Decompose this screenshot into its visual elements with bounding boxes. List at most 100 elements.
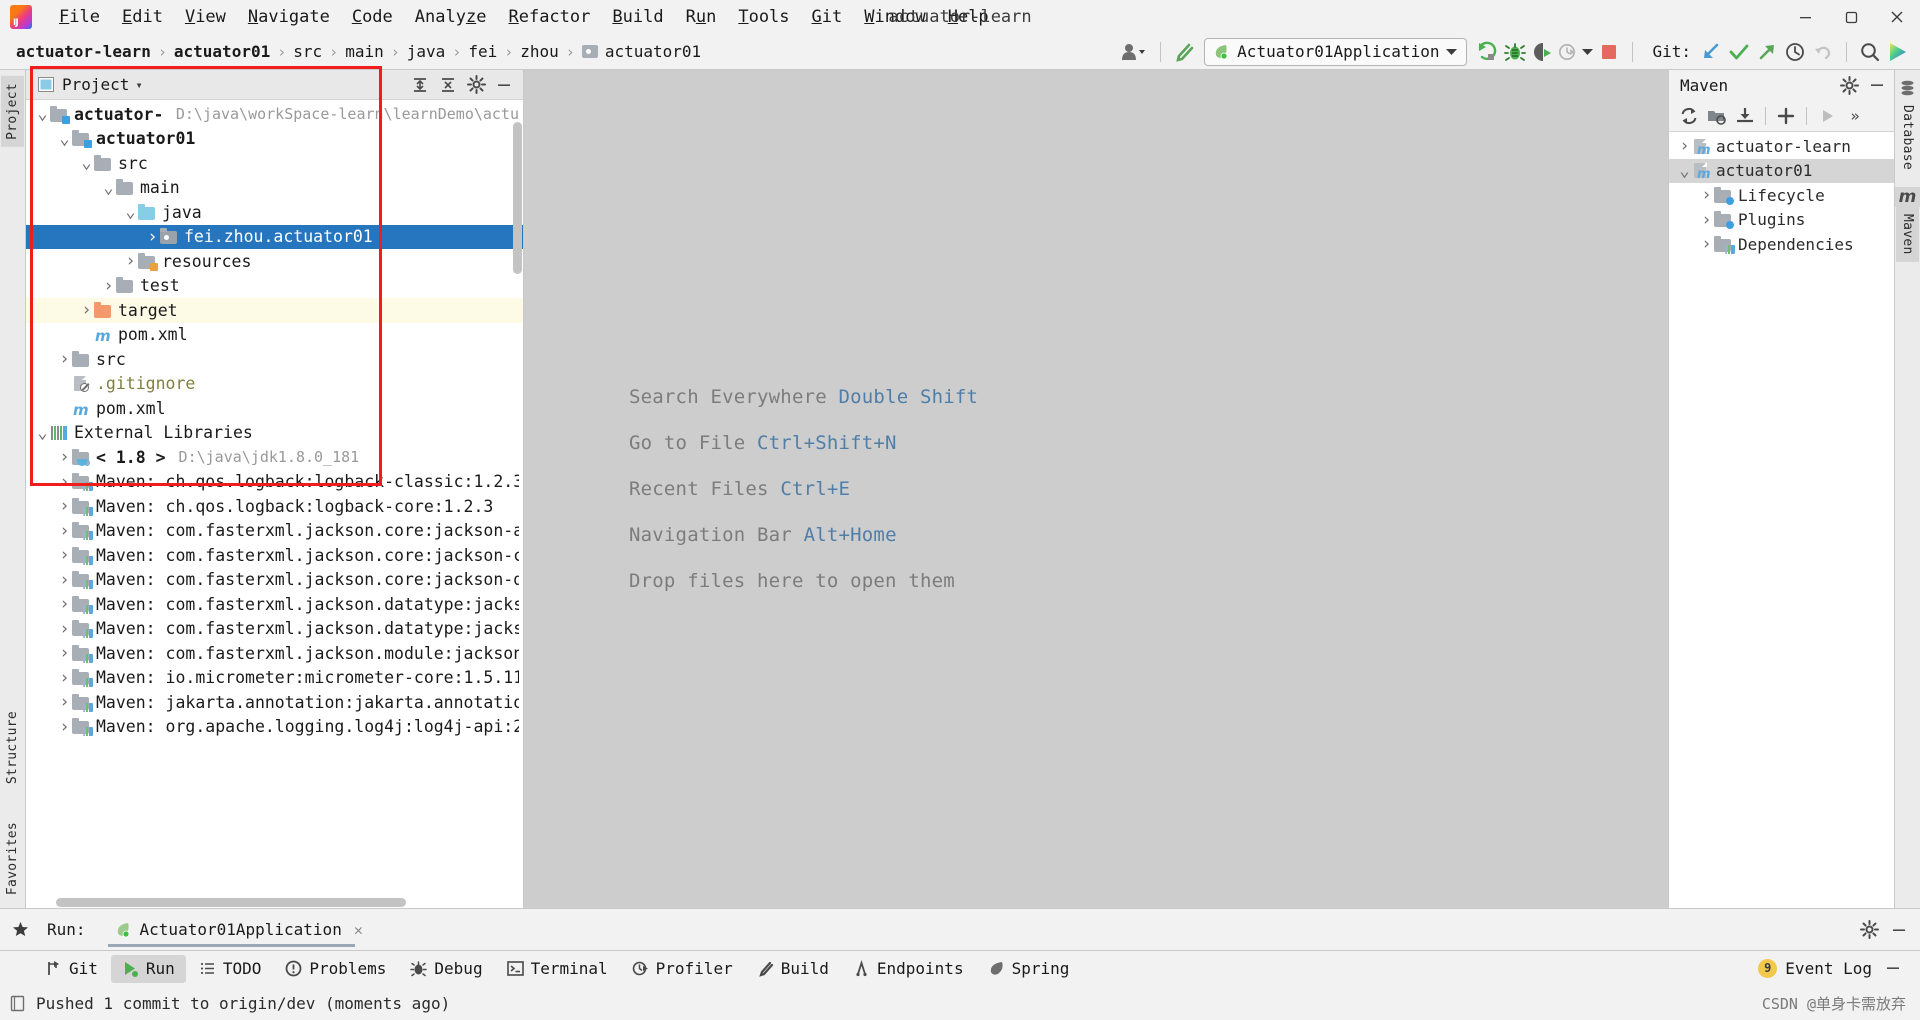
project-tree-row[interactable]: ⌄ External Libraries [26, 421, 523, 446]
profiler-dropdown-icon[interactable] [1579, 39, 1595, 65]
collapse-all-icon[interactable] [435, 73, 461, 97]
stripe-tab-structure[interactable]: Structure [1, 704, 24, 791]
git-history-icon[interactable] [1781, 39, 1809, 65]
chevron-right-icon[interactable]: › [57, 619, 72, 639]
breadcrumb-item-main[interactable]: main [341, 41, 388, 62]
git-update-icon[interactable] [1697, 39, 1725, 65]
debug-icon[interactable] [1501, 39, 1529, 65]
project-vertical-scrollbar[interactable] [513, 122, 522, 274]
chevron-down-icon[interactable]: ⌄ [57, 130, 72, 147]
hide-panel-icon[interactable] [1886, 918, 1912, 942]
stripe-tab-maven[interactable]: Maven [1896, 207, 1919, 262]
project-tree-row[interactable]: › Maven: ch.qos.logback:logback-classic:1… [26, 470, 523, 495]
chevron-right-icon[interactable]: › [57, 349, 72, 369]
bottom-tab-todo[interactable]: TODO [188, 955, 273, 983]
chevron-right-icon[interactable]: › [1699, 210, 1714, 230]
chevron-right-icon[interactable]: › [123, 251, 138, 271]
ide-assistant-icon[interactable] [1884, 39, 1912, 65]
project-tree-row[interactable]: › Maven: io.micrometer:micrometer-core:1.… [26, 666, 523, 691]
hide-panel-icon[interactable] [1864, 73, 1890, 97]
chevron-down-icon[interactable]: ⌄ [35, 106, 50, 123]
add-icon[interactable] [1773, 104, 1799, 128]
project-tree-row[interactable]: m pom.xml [26, 396, 523, 421]
git-rollback-icon[interactable] [1809, 39, 1837, 65]
run-icon[interactable] [1473, 39, 1501, 65]
project-tree-row[interactable]: ⌄ java [26, 200, 523, 225]
chevron-right-icon[interactable]: › [1677, 136, 1692, 156]
reload-icon[interactable] [1676, 104, 1702, 128]
run-tab-actuator01application[interactable]: Actuator01Application ✕ [107, 909, 369, 951]
stripe-tab-favorites[interactable]: Favorites [1, 815, 24, 902]
settings-gear-icon[interactable] [463, 73, 489, 97]
project-tree-row[interactable]: › test [26, 274, 523, 299]
project-tree-row[interactable]: m pom.xml [26, 323, 523, 348]
breadcrumb-item-src[interactable]: src [289, 41, 326, 62]
chevron-down-icon[interactable]: ⌄ [123, 204, 138, 221]
chevron-right-icon[interactable]: › [57, 643, 72, 663]
chevron-right-icon[interactable]: › [1699, 234, 1714, 254]
menu-item-refactor[interactable]: Refactor [497, 5, 601, 29]
project-tree-row[interactable]: › target [26, 298, 523, 323]
bottom-tab-terminal[interactable]: Terminal [496, 955, 619, 983]
run-icon[interactable] [1814, 104, 1840, 128]
expand-all-icon[interactable] [407, 73, 433, 97]
git-push-icon[interactable] [1753, 39, 1781, 65]
bottom-tab-run[interactable]: Run [110, 954, 186, 983]
project-tree-row[interactable]: › Maven: com.fasterxml.jackson.datatype:j… [26, 592, 523, 617]
stop-icon[interactable] [1595, 39, 1623, 65]
bottom-tab-debug[interactable]: Debug [399, 955, 493, 983]
stripe-tab-project[interactable]: Project [1, 76, 24, 147]
menu-item-file[interactable]: File [48, 5, 111, 29]
hide-panel-icon[interactable] [491, 73, 517, 97]
breadcrumb-item-actuator-learn[interactable]: actuator-learn [12, 41, 155, 62]
project-tree-row[interactable]: › resources [26, 249, 523, 274]
project-horizontal-scrollbar[interactable] [26, 897, 523, 908]
project-tree-row[interactable]: › Maven: org.apache.logging.log4j:log4j-a… [26, 715, 523, 740]
minimize-button[interactable] [1782, 0, 1828, 34]
breadcrumb-item-java[interactable]: java [403, 41, 450, 62]
menu-item-edit[interactable]: Edit [111, 5, 174, 29]
chevron-right-icon[interactable]: › [57, 545, 72, 565]
chevron-down-icon[interactable]: ⌄ [1677, 162, 1692, 179]
chevron-right-icon[interactable]: › [57, 521, 72, 541]
chevron-down-icon[interactable]: ⌄ [35, 424, 50, 441]
project-view-dropdown-icon[interactable]: ▾ [135, 78, 142, 92]
stripe-tab-database[interactable]: Database [1896, 98, 1919, 177]
maven-tree[interactable]: › m actuator-learn ⌄ m actuator01 › Lifecycle › P… [1669, 132, 1894, 908]
chevron-right-icon[interactable]: › [57, 717, 72, 737]
project-tree-row[interactable]: ⌄ actuator-learn D:\java\workSpace-learn\l… [26, 102, 523, 127]
chevron-down-icon[interactable]: ⌄ [79, 155, 94, 172]
chevron-right-icon[interactable]: › [57, 692, 72, 712]
chevron-right-icon[interactable]: › [79, 300, 94, 320]
chevron-right-icon[interactable]: › [57, 668, 72, 688]
menu-item-view[interactable]: View [174, 5, 237, 29]
project-tree-row[interactable]: › fei.zhou.actuator01 [26, 224, 523, 249]
project-tree-row[interactable]: › src [26, 347, 523, 372]
settings-gear-icon[interactable] [1836, 73, 1862, 97]
breadcrumb-item-fei[interactable]: fei [464, 41, 501, 62]
chevron-right-icon[interactable]: › [57, 594, 72, 614]
chevron-right-icon[interactable]: › [57, 472, 72, 492]
menu-item-run[interactable]: Run [675, 5, 728, 29]
menu-item-navigate[interactable]: Navigate [237, 5, 341, 29]
project-tree-row[interactable]: › Maven: com.fasterxml.jackson.core:jacks… [26, 519, 523, 544]
project-tree-row[interactable]: › Maven: com.fasterxml.jackson.module:jac… [26, 641, 523, 666]
breadcrumb-item-zhou[interactable]: zhou [516, 41, 563, 62]
menu-item-tools[interactable]: Tools [727, 5, 800, 29]
maven-tree-row[interactable]: › Dependencies [1669, 232, 1894, 257]
chevron-right-icon[interactable]: › [57, 496, 72, 516]
run-with-coverage-icon[interactable] [1529, 39, 1557, 65]
bottom-tab-spring[interactable]: Spring [977, 955, 1081, 983]
menu-item-window[interactable]: Window [853, 5, 936, 29]
menu-item-build[interactable]: Build [601, 5, 674, 29]
project-tree-row[interactable]: › Maven: com.fasterxml.jackson.datatype:j… [26, 617, 523, 642]
favorite-star-icon[interactable] [12, 921, 29, 938]
settings-gear-icon[interactable] [1856, 918, 1882, 942]
project-tree-row[interactable]: .gitignore [26, 372, 523, 397]
run-configuration-selector[interactable]: Actuator01Application [1204, 37, 1468, 66]
maven-tree-row[interactable]: › m actuator-learn [1669, 134, 1894, 159]
maven-tree-row[interactable]: › Lifecycle [1669, 183, 1894, 208]
project-tree-row[interactable]: ⌄ src [26, 151, 523, 176]
status-log-icon[interactable] [10, 995, 26, 1012]
profiler-icon[interactable] [1557, 39, 1579, 65]
